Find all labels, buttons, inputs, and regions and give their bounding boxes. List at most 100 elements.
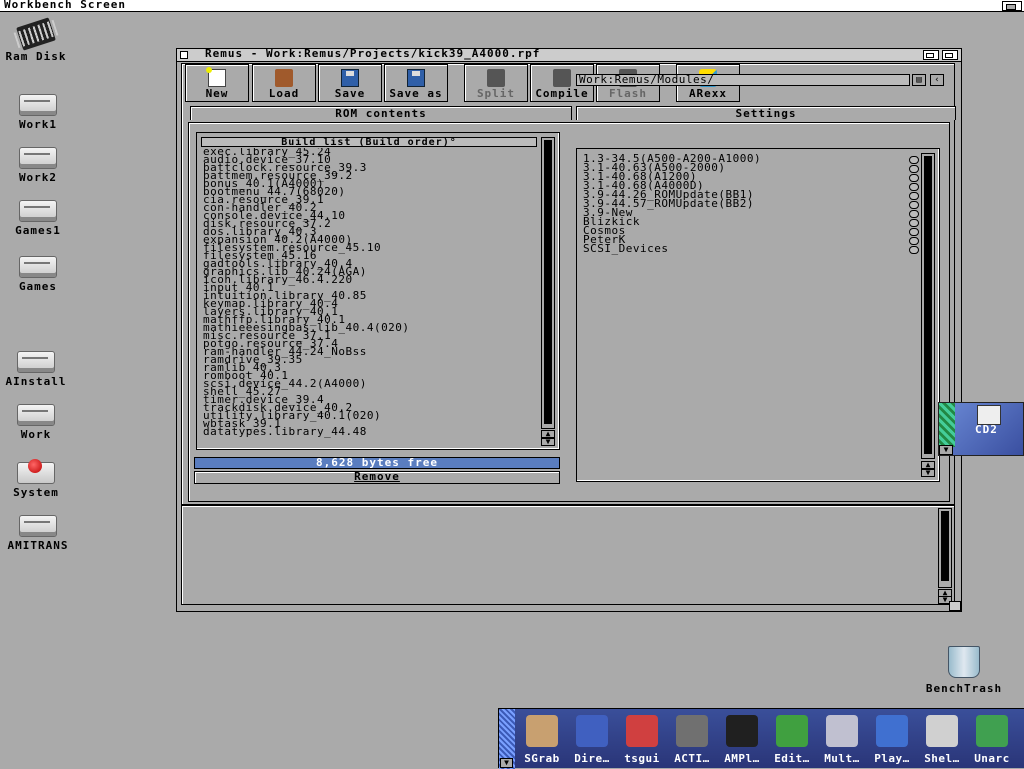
desktop-icon-ram-disk[interactable]: Ram Disk <box>0 17 76 63</box>
module-toggle-icon[interactable] <box>909 219 919 227</box>
desktop-icon-label: Ram Disk <box>5 50 67 63</box>
desktop-icon-games1[interactable]: Games1 <box>0 200 78 237</box>
tab-settings[interactable]: Settings <box>576 106 956 120</box>
arexx-label: ARexx <box>688 87 728 100</box>
desktop-icon-ainstall[interactable]: AInstall <box>0 351 76 388</box>
cd-drive-icon <box>977 405 1001 425</box>
module-toggle-icon[interactable] <box>909 246 919 254</box>
split-button[interactable]: Split <box>464 64 528 102</box>
dock-grip[interactable]: ▼ <box>499 709 515 769</box>
build-list-scrollbar[interactable] <box>541 137 555 429</box>
screen-title-bar[interactable]: Workbench Screen <box>0 0 1024 12</box>
module-item[interactable]: Blizkick <box>583 216 903 227</box>
dock-item-ampl[interactable]: AMPl… <box>719 711 765 767</box>
module-toggle-icon[interactable] <box>909 156 919 164</box>
build-list-scroll-down-icon[interactable]: ▼ <box>541 438 555 446</box>
save-label: Save <box>334 87 366 100</box>
module-toggle-icon[interactable] <box>909 183 919 191</box>
desktop-icon-label: Games1 <box>15 224 61 237</box>
screen-depth-gadget-icon[interactable] <box>1002 1 1022 11</box>
desktop-icon-work2[interactable]: Work2 <box>0 147 78 184</box>
zoom-icon[interactable] <box>923 50 939 60</box>
build-list-item[interactable]: datatypes.library_44.48 <box>203 426 533 437</box>
directory-opus-icon <box>576 715 608 747</box>
log-scroll-knob[interactable] <box>941 511 949 581</box>
module-item[interactable]: SCSI_Devices <box>583 243 903 254</box>
dock-item-unarc[interactable]: Unarc <box>969 711 1015 767</box>
system-drive-icon <box>17 459 55 484</box>
close-icon[interactable] <box>180 51 188 59</box>
sort-marker-icon: ° <box>449 137 457 148</box>
compile-label: Compile <box>535 87 589 100</box>
modules-scroll-down-icon[interactable]: ▼ <box>921 469 935 477</box>
desktop-icon-label: Work <box>20 428 52 441</box>
module-toggle-icon[interactable] <box>909 201 919 209</box>
modules-path-field[interactable]: Work:Remus/Modules/ <box>576 74 910 86</box>
module-toggle-icon[interactable] <box>909 228 919 236</box>
modules-list[interactable]: 1.3-34.5(A500-A200-A1000) 3.1-40.63(A500-… <box>576 148 940 482</box>
new-label: New <box>205 87 229 100</box>
load-icon <box>275 69 293 87</box>
window-resize-icon[interactable] <box>949 601 961 611</box>
desktop-icon-label: System <box>13 486 59 499</box>
log-scrollbar[interactable] <box>938 508 952 588</box>
window-title-bar[interactable]: Remus - Work:Remus/Projects/kick39_A4000… <box>177 47 961 62</box>
tab-rom-contents[interactable]: ROM contents <box>190 106 572 120</box>
dock-item-sgrab[interactable]: SGrab <box>519 711 565 767</box>
desktop-icon-label: Work1 <box>18 118 58 131</box>
dock-scroll-down-icon[interactable]: ▼ <box>500 758 513 768</box>
unarc-icon <box>976 715 1008 747</box>
new-button[interactable]: New <box>185 64 249 102</box>
save-as-button[interactable]: Save as <box>384 64 448 102</box>
dock-item-play[interactable]: Play… <box>869 711 915 767</box>
save-button[interactable]: Save <box>318 64 382 102</box>
module-toggle-icon[interactable] <box>909 174 919 182</box>
split-icon <box>487 69 505 87</box>
load-button[interactable]: Load <box>252 64 316 102</box>
modules-scrollbar[interactable] <box>921 153 935 459</box>
build-list-header-text: Build list (Build order) <box>281 137 450 148</box>
desktop-icon-work[interactable]: Work <box>0 404 76 441</box>
tab-label: Settings <box>735 107 797 120</box>
dock-item-acti[interactable]: ACTI… <box>669 711 715 767</box>
depth-icon[interactable] <box>942 50 958 60</box>
dock-item-shel[interactable]: Shel… <box>919 711 965 767</box>
load-label: Load <box>268 87 300 100</box>
desktop-icon-work1[interactable]: Work1 <box>0 94 78 131</box>
module-toggle-icon[interactable] <box>909 237 919 245</box>
desktop-icon-label: AMITRANS <box>7 539 69 552</box>
module-toggle-icon[interactable] <box>909 165 919 173</box>
drive-icon <box>19 256 57 278</box>
parent-dir-icon[interactable]: ‹ <box>930 74 944 86</box>
modules-scroll-knob[interactable] <box>924 156 932 454</box>
dock-item-label: Unarc <box>974 752 1010 765</box>
desktop-icon-amitrans[interactable]: AMITRANS <box>0 515 78 552</box>
folder-icon[interactable]: ▤ <box>912 74 926 86</box>
drive-icon <box>17 351 55 373</box>
module-toggle-icon[interactable] <box>909 192 919 200</box>
dock-item-mult[interactable]: Mult… <box>819 711 865 767</box>
dock-item-label: Dire… <box>574 752 610 765</box>
build-list[interactable]: Build list (Build order)° exec.library_4… <box>196 132 560 450</box>
dock-item-dire[interactable]: Dire… <box>569 711 615 767</box>
drive-icon <box>17 404 55 426</box>
desktop-icon-system[interactable]: System <box>0 459 76 499</box>
build-list-header[interactable]: Build list (Build order)° <box>201 137 537 148</box>
scroll-down-icon[interactable]: ▼ <box>939 445 953 455</box>
bytes-free-indicator: 8,628 bytes free <box>194 457 560 469</box>
output-log[interactable]: ▲ ▼ <box>181 505 955 605</box>
module-toggle-icon[interactable] <box>909 210 919 218</box>
dock-item-label: tsgui <box>624 752 660 765</box>
dock-item-edit[interactable]: Edit… <box>769 711 815 767</box>
dock-item-tsgui[interactable]: tsgui <box>619 711 665 767</box>
trash-icon-container[interactable]: BenchTrash <box>922 646 1006 695</box>
activity-icon <box>676 715 708 747</box>
save-icon <box>341 69 359 87</box>
cd2-icon-panel[interactable]: CD2 ▼ <box>938 402 1024 456</box>
desktop-icon-games[interactable]: Games <box>0 256 78 293</box>
trash-label: BenchTrash <box>925 682 1003 695</box>
flash-label: Flash <box>608 87 648 100</box>
dock-item-label: Play… <box>874 752 910 765</box>
remove-button[interactable]: Remove <box>194 471 560 484</box>
build-list-scroll-knob[interactable] <box>544 140 552 424</box>
